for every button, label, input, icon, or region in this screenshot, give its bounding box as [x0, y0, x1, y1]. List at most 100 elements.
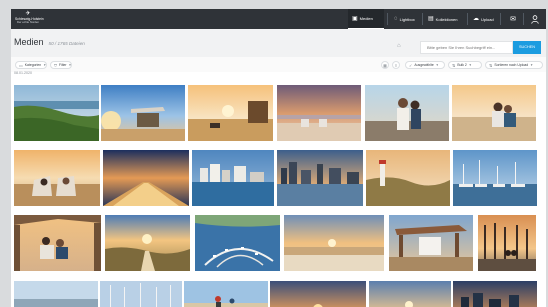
nav-medien-label: Medien — [359, 16, 373, 21]
brand-logo[interactable]: ✈ Schleswig-Holstein Der echte Norden — [15, 11, 44, 27]
thumbnail-image — [277, 150, 363, 206]
top-navigation-bar: ✈ Schleswig-Holstein Der echte Norden ▣ … — [11, 9, 546, 29]
media-thumbnail[interactable] — [14, 281, 98, 307]
media-thumbnail[interactable] — [192, 150, 274, 206]
chevron-down-icon: ▼ — [468, 63, 472, 67]
thumbnail-image — [103, 150, 189, 206]
media-thumbnail[interactable] — [452, 85, 536, 141]
media-thumbnail[interactable] — [453, 281, 537, 307]
filter-icon: ⛉ — [54, 62, 57, 68]
page-title-text: Medien — [14, 37, 44, 47]
nav-divider — [422, 13, 423, 25]
cloud-upload-icon: ☁ — [473, 16, 479, 22]
thumbnail-image — [14, 281, 98, 307]
media-thumbnail[interactable] — [270, 281, 366, 307]
chevron-down-icon: ▼ — [435, 63, 439, 67]
image-icon: ▣ — [352, 15, 358, 22]
media-thumbnail[interactable] — [478, 215, 536, 271]
sort-label: Sortieren nach Upload — [494, 63, 529, 67]
folder-icon: ▭ — [19, 62, 23, 68]
media-thumbnail[interactable] — [184, 281, 268, 307]
nav-kollektionen-label: Kollektionen — [435, 16, 458, 22]
mail-icon[interactable]: ✉ — [503, 9, 523, 29]
user-glyph — [531, 14, 539, 24]
media-thumbnail[interactable] — [284, 215, 384, 271]
list-view-icon[interactable]: ≡ — [392, 61, 400, 69]
search-input[interactable] — [420, 41, 513, 54]
media-thumbnail[interactable] — [369, 281, 451, 307]
thumbnail-image — [369, 281, 451, 307]
thumbnail-image — [14, 215, 101, 271]
lightbulb-icon: ◌ — [394, 16, 398, 22]
thumbnail-image — [14, 85, 99, 141]
media-thumbnail[interactable] — [105, 215, 190, 271]
nav-divider — [467, 13, 468, 25]
media-thumbnail[interactable] — [14, 150, 100, 206]
nav-divider — [387, 13, 388, 25]
categories-dropdown[interactable]: ▭ Kategorien ▼ — [15, 61, 47, 69]
date-group-label: 08.01.2020 — [14, 71, 32, 75]
media-thumbnail[interactable] — [188, 85, 273, 141]
nav-divider — [523, 13, 524, 25]
tag-icon[interactable]: ⌂ — [397, 43, 401, 49]
media-thumbnail[interactable] — [277, 85, 361, 141]
thumbnail-image — [192, 150, 274, 206]
bulk-label: Bulk 2 — [457, 63, 467, 67]
nav-lightbox-label: Lightbox — [399, 16, 415, 22]
selected-dropdown[interactable]: ✓ Ausgewählte ▼ — [405, 61, 445, 69]
filter-bar: ▭ Kategorien ▼ ⛉ Filter ▼ ▦ ≡ ✓ Ausgewäh… — [11, 57, 546, 72]
chevron-down-icon: ▼ — [68, 63, 72, 67]
thumbnail-image — [478, 215, 536, 271]
thumbnail-image — [365, 85, 449, 141]
thumbnail-image — [453, 281, 537, 307]
media-thumbnail[interactable] — [277, 150, 363, 206]
page-header: Medien 50 / 1765 Dateien ⌂ SUCHEN — [11, 29, 546, 58]
app-window: ✈ Schleswig-Holstein Der echte Norden ▣ … — [11, 9, 546, 307]
selected-label: Ausgewählte — [414, 63, 434, 67]
sort-dropdown[interactable]: ⇅ Sortieren nach Upload ▼ — [485, 61, 543, 69]
grid-view-icon[interactable]: ▦ — [381, 61, 389, 69]
user-icon[interactable] — [525, 9, 545, 29]
sort-icon: ⇅ — [452, 62, 456, 68]
media-thumbnail[interactable] — [453, 150, 537, 206]
page-title: Medien 50 / 1765 Dateien — [14, 37, 85, 47]
media-thumbnail[interactable] — [100, 281, 182, 307]
sort-icon: ⇅ — [489, 62, 493, 68]
thumbnail-image — [389, 215, 473, 271]
thumbnail-image — [14, 150, 100, 206]
media-thumbnail[interactable] — [366, 150, 450, 206]
thumbnail-image — [105, 215, 190, 271]
search-button[interactable]: SUCHEN — [513, 41, 541, 54]
bulk-dropdown[interactable]: ⇅ Bulk 2 ▼ — [448, 61, 482, 69]
media-thumbnail[interactable] — [14, 85, 99, 141]
file-count: 50 / 1765 Dateien — [48, 41, 85, 46]
media-thumbnail[interactable] — [103, 150, 189, 206]
chevron-down-icon: ▼ — [530, 63, 534, 67]
logo-line2: Der echte Norden — [16, 20, 40, 24]
media-thumbnail[interactable] — [195, 215, 280, 271]
categories-label: Kategorien — [24, 63, 42, 67]
filter-dropdown[interactable]: ⛉ Filter ▼ — [50, 61, 72, 69]
thumbnail-image — [270, 281, 366, 307]
media-thumbnail[interactable] — [101, 85, 185, 141]
thumbnail-image — [188, 85, 273, 141]
media-thumbnail[interactable] — [14, 215, 101, 271]
media-thumbnail[interactable] — [389, 215, 473, 271]
media-thumbnail[interactable] — [365, 85, 449, 141]
nav-divider — [500, 13, 501, 25]
thumbnail-image — [277, 85, 361, 141]
thumbnail-image — [100, 281, 182, 307]
thumbnail-image — [184, 281, 268, 307]
thumbnail-image — [101, 85, 185, 141]
chevron-down-icon: ▼ — [43, 63, 47, 67]
thumbnail-image — [452, 85, 536, 141]
thumbnail-image — [366, 150, 450, 206]
thumbnail-image — [284, 215, 384, 271]
nav-medien[interactable]: ▣ Medien — [348, 9, 384, 29]
nav-upload-label: Upload — [481, 16, 494, 22]
thumbnail-image — [453, 150, 537, 206]
collection-icon: ▤ — [428, 16, 434, 22]
filter-label: Filter — [59, 63, 67, 67]
check-icon: ✓ — [409, 62, 413, 68]
thumbnail-image — [195, 215, 280, 271]
